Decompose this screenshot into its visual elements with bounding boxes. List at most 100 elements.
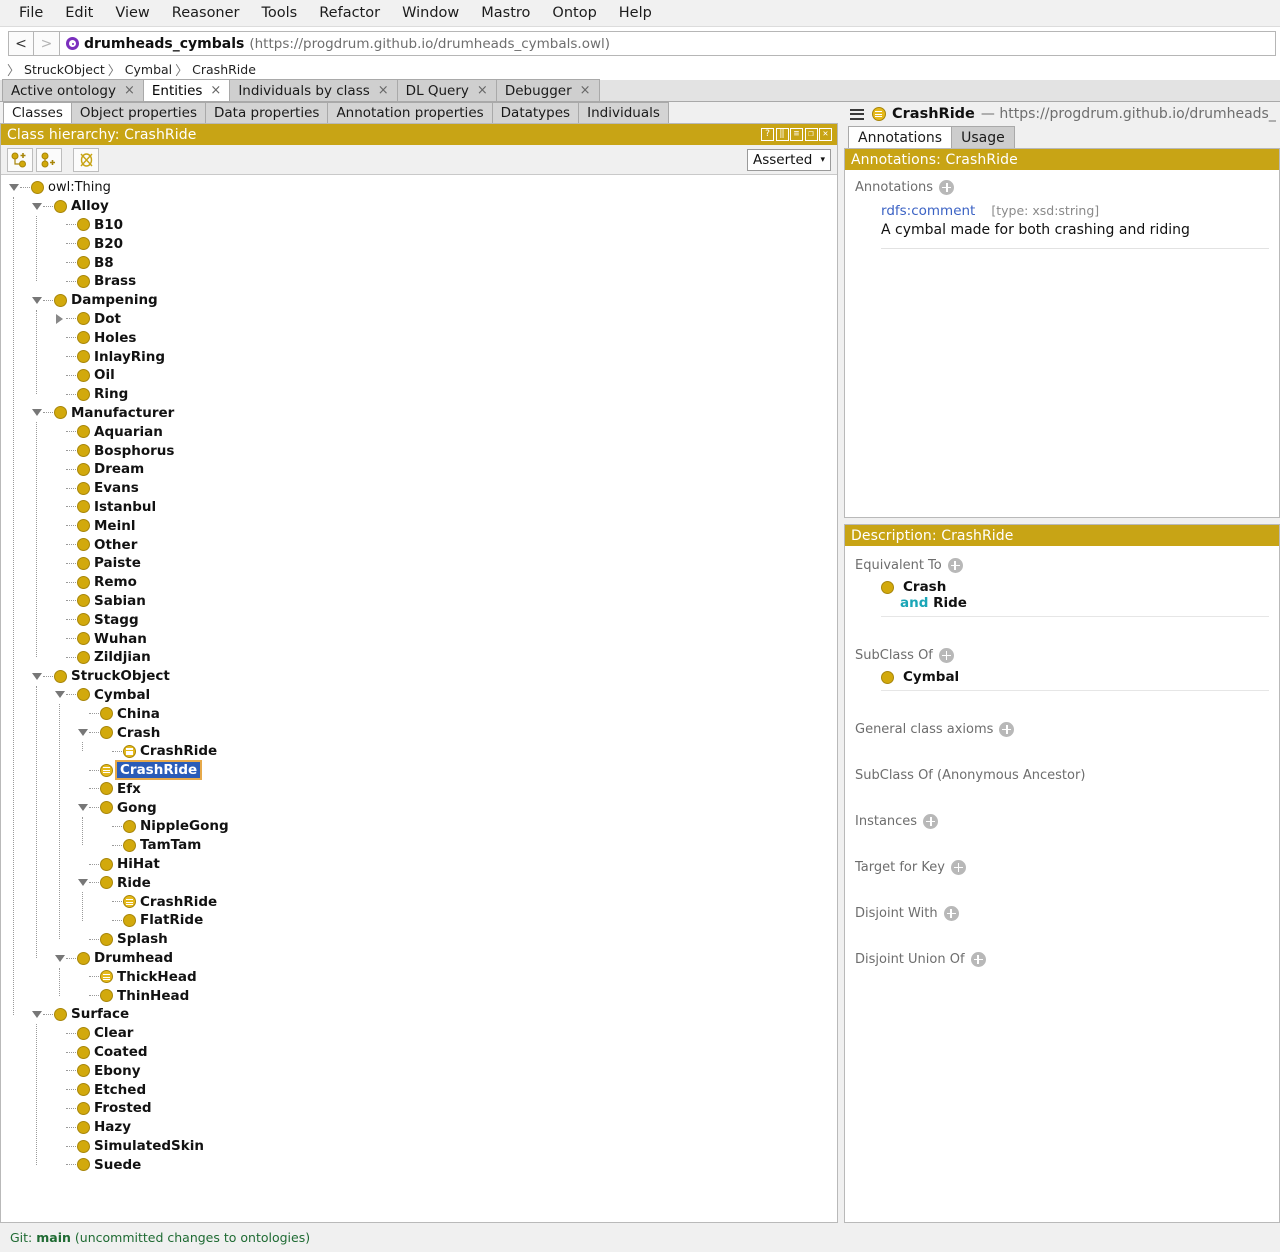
tree-node[interactable]: Clear xyxy=(1,1024,837,1043)
collapse-triangle-icon[interactable] xyxy=(30,404,43,423)
tree-node[interactable]: CrashRide xyxy=(1,742,837,761)
category-tab-object-properties[interactable]: Object properties xyxy=(70,102,207,123)
tree-node[interactable]: Ring xyxy=(1,385,837,404)
collapse-triangle-icon[interactable] xyxy=(76,798,89,817)
workspace-tab-entities[interactable]: Entities × xyxy=(142,79,231,101)
tree-node[interactable]: Ebony xyxy=(1,1061,837,1080)
entity-tab-annotations[interactable]: Annotations xyxy=(848,126,953,148)
tree-node[interactable]: owl:Thing xyxy=(1,178,837,197)
tree-node[interactable]: Gong xyxy=(1,798,837,817)
menu-item-window[interactable]: Window xyxy=(391,2,470,24)
tree-node[interactable]: Dot xyxy=(1,310,837,329)
tree-node[interactable]: B20 xyxy=(1,234,837,253)
add-disjoint-union-of-button[interactable] xyxy=(970,952,986,967)
collapse-triangle-icon[interactable] xyxy=(53,949,66,968)
add-equivalent-to-button[interactable] xyxy=(947,558,963,573)
tree-node[interactable]: ThickHead xyxy=(1,967,837,986)
minimize-icon[interactable]: ≡ xyxy=(790,128,803,141)
workspace-tab-dl-query[interactable]: DL Query × xyxy=(396,79,497,101)
tree-node[interactable]: Evans xyxy=(1,479,837,498)
maximize-icon[interactable]: ❐ xyxy=(804,128,818,141)
tree-node[interactable]: Coated xyxy=(1,1043,837,1062)
collapse-triangle-icon[interactable] xyxy=(30,667,43,686)
workspace-tab-debugger[interactable]: Debugger × xyxy=(495,79,600,101)
tree-node-selected[interactable]: CrashRide xyxy=(1,760,837,781)
tree-node[interactable]: Zildjian xyxy=(1,648,837,667)
add-subclass-icon[interactable] xyxy=(7,147,33,172)
annotation-property[interactable]: rdfs:comment xyxy=(881,203,975,219)
entity-tab-usage[interactable]: Usage xyxy=(951,126,1015,148)
collapse-triangle-icon[interactable] xyxy=(76,723,89,742)
back-button[interactable]: < xyxy=(8,31,34,56)
tree-node[interactable]: HiHat xyxy=(1,855,837,874)
tree-node[interactable]: NippleGong xyxy=(1,817,837,836)
breadcrumb-item-cymbal[interactable]: Cymbal xyxy=(125,62,172,77)
delete-class-icon[interactable] xyxy=(73,147,99,172)
tree-node[interactable]: Brass xyxy=(1,272,837,291)
tree-node[interactable]: Hazy xyxy=(1,1118,837,1137)
class-hierarchy-tree[interactable]: owl:Thing Alloy B10 B20 B8 Brass Dampening Dot H… xyxy=(1,175,837,1222)
add-disjoint-with-button[interactable] xyxy=(943,906,959,921)
tree-node[interactable]: Cymbal xyxy=(1,686,837,705)
collapse-triangle-icon[interactable] xyxy=(76,873,89,892)
workspace-tab-active-ontology[interactable]: Active ontology × xyxy=(2,79,144,101)
tree-node[interactable]: Other xyxy=(1,535,837,554)
tree-node[interactable]: InlayRing xyxy=(1,347,837,366)
reasoner-view-select[interactable]: Asserted ▾ xyxy=(747,148,831,171)
tree-node[interactable]: Ride xyxy=(1,873,837,892)
expand-triangle-icon[interactable] xyxy=(53,310,66,329)
hamburger-menu-icon[interactable] xyxy=(848,107,866,122)
category-tab-annotation-properties[interactable]: Annotation properties xyxy=(327,102,493,123)
help-icon[interactable]: ? xyxy=(761,128,774,141)
collapse-triangle-icon[interactable] xyxy=(7,178,20,197)
collapse-triangle-icon[interactable] xyxy=(30,291,43,310)
tree-node[interactable]: Crash xyxy=(1,723,837,742)
tree-node[interactable]: Efx xyxy=(1,780,837,799)
category-tab-individuals[interactable]: Individuals xyxy=(578,102,669,123)
tree-node[interactable]: Sabian xyxy=(1,592,837,611)
add-annotation-button[interactable] xyxy=(939,180,955,195)
tree-node[interactable]: Suede xyxy=(1,1155,837,1174)
split-icon[interactable]: ‖ xyxy=(775,128,789,141)
tab-close-icon[interactable]: × xyxy=(210,83,221,98)
ontology-uri-field[interactable]: drumheads_cymbals (https://progdrum.gith… xyxy=(60,31,1276,56)
collapse-triangle-icon[interactable] xyxy=(30,1005,43,1024)
menu-item-refactor[interactable]: Refactor xyxy=(308,2,391,24)
tab-close-icon[interactable]: × xyxy=(378,83,389,98)
tree-node[interactable]: B8 xyxy=(1,253,837,272)
collapse-triangle-icon[interactable] xyxy=(30,197,43,216)
tree-node[interactable]: Meinl xyxy=(1,516,837,535)
tree-node[interactable]: StruckObject xyxy=(1,667,837,686)
tree-node[interactable]: Dream xyxy=(1,460,837,479)
menu-item-file[interactable]: File xyxy=(8,2,54,24)
category-tab-data-properties[interactable]: Data properties xyxy=(205,102,329,123)
category-tab-classes[interactable]: Classes xyxy=(3,102,72,123)
tree-node[interactable]: Holes xyxy=(1,328,837,347)
collapse-triangle-icon[interactable] xyxy=(53,686,66,705)
menu-item-view[interactable]: View xyxy=(104,2,160,24)
tree-node[interactable]: Splash xyxy=(1,930,837,949)
menu-item-reasoner[interactable]: Reasoner xyxy=(161,2,251,24)
category-tab-datatypes[interactable]: Datatypes xyxy=(491,102,580,123)
add-subclass-of-button[interactable] xyxy=(938,648,954,663)
tree-node[interactable]: Remo xyxy=(1,573,837,592)
tree-node[interactable]: Aquarian xyxy=(1,422,837,441)
tree-node[interactable]: B10 xyxy=(1,216,837,235)
tree-node[interactable]: FlatRide xyxy=(1,911,837,930)
tree-node[interactable]: Etched xyxy=(1,1080,837,1099)
tree-node[interactable]: Alloy xyxy=(1,197,837,216)
tree-node[interactable]: Drumhead xyxy=(1,949,837,968)
tree-node[interactable]: SimulatedSkin xyxy=(1,1137,837,1156)
tree-node[interactable]: Paiste xyxy=(1,554,837,573)
tree-node[interactable]: TamTam xyxy=(1,836,837,855)
tree-node[interactable]: Dampening xyxy=(1,291,837,310)
tree-node[interactable]: ThinHead xyxy=(1,986,837,1005)
tree-node[interactable]: Stagg xyxy=(1,610,837,629)
close-icon[interactable]: ✕ xyxy=(819,128,832,141)
tab-close-icon[interactable]: × xyxy=(124,83,135,98)
forward-button[interactable]: > xyxy=(34,31,60,56)
description-item[interactable]: Crash xyxy=(881,579,1279,595)
workspace-tab-individuals-by-class[interactable]: Individuals by class × xyxy=(229,79,398,101)
tree-node[interactable]: China xyxy=(1,704,837,723)
annotation-row[interactable]: rdfs:comment [type: xsd:string] A cymbal m… xyxy=(881,203,1279,238)
